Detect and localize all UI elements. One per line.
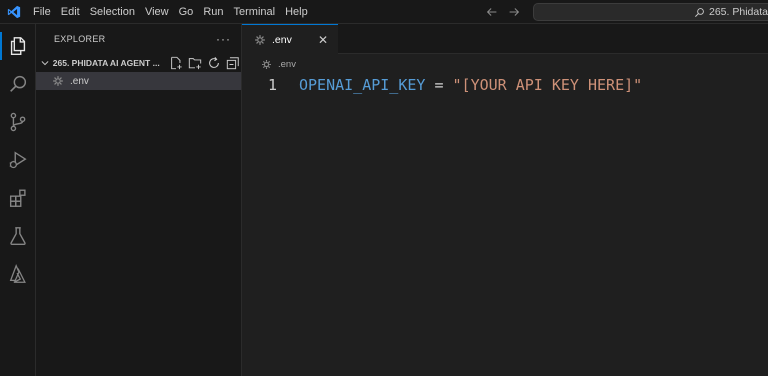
back-arrow-icon[interactable]	[484, 4, 500, 20]
testing-flask-icon[interactable]	[0, 218, 36, 254]
menu-edit[interactable]: Edit	[56, 0, 85, 24]
explorer-icon[interactable]	[0, 28, 36, 64]
extensions-icon[interactable]	[0, 180, 36, 216]
code-line[interactable]: 1 OPENAI_API_KEY = "[YOUR API KEY HERE]"	[242, 74, 642, 96]
menu-file[interactable]: File	[28, 0, 56, 24]
line-number: 1	[267, 76, 277, 94]
menu-selection[interactable]: Selection	[85, 0, 140, 24]
menu-view[interactable]: View	[140, 0, 174, 24]
more-actions-icon[interactable]: ···	[216, 32, 231, 46]
env-key: OPENAI_API_KEY	[299, 76, 426, 94]
gear-icon	[258, 56, 274, 72]
workspace-folder[interactable]: 265. PHIDATA AI AGENT ...	[36, 54, 241, 72]
gear-icon	[252, 32, 268, 48]
menu-terminal[interactable]: Terminal	[229, 0, 281, 24]
explorer-header: EXPLORER ···	[36, 24, 241, 54]
command-center-label: 265. Phidata AI	[709, 6, 768, 18]
assignment-operator: =	[425, 76, 452, 94]
file-name: .env	[70, 75, 89, 87]
menu-bar: File Edit Selection View Go Run Terminal…	[28, 0, 313, 24]
forward-arrow-icon[interactable]	[506, 4, 522, 20]
new-folder-icon[interactable]	[187, 55, 203, 71]
breadcrumb-file[interactable]: .env	[278, 59, 296, 70]
title-bar: File Edit Selection View Go Run Terminal…	[0, 0, 768, 24]
explorer-sidebar: EXPLORER ··· 265. PHIDATA AI AGENT ... .	[36, 24, 242, 376]
folder-actions	[168, 55, 241, 71]
navigation-arrows	[484, 0, 522, 24]
tab-label: .env	[272, 33, 292, 46]
vscode-logo-icon	[0, 0, 28, 24]
menu-go[interactable]: Go	[174, 0, 199, 24]
source-control-icon[interactable]	[0, 104, 36, 140]
refresh-icon[interactable]	[206, 55, 222, 71]
tab-env[interactable]: .env ✕	[242, 24, 338, 54]
explorer-title: EXPLORER	[54, 34, 106, 44]
editor-tabs: .env ✕	[242, 24, 768, 54]
menu-run[interactable]: Run	[198, 0, 228, 24]
run-and-debug-icon[interactable]	[0, 142, 36, 178]
activity-bar	[0, 24, 36, 376]
file-item-env[interactable]: .env	[36, 72, 241, 90]
gear-icon	[50, 73, 66, 89]
env-value: "[YOUR API KEY HERE]"	[452, 76, 643, 94]
search-icon	[694, 7, 705, 18]
operator-text: =	[434, 76, 444, 94]
azure-icon[interactable]	[0, 256, 36, 292]
editor-area: .env ✕ .env 1 OPENAI_API_KEY = "[YOUR AP…	[242, 24, 768, 376]
new-file-icon[interactable]	[168, 55, 184, 71]
command-center-search[interactable]: 265. Phidata AI	[533, 3, 768, 21]
breadcrumb: .env	[242, 56, 768, 72]
close-icon[interactable]: ✕	[316, 33, 330, 47]
collapse-all-icon[interactable]	[225, 55, 241, 71]
chevron-down-icon[interactable]	[40, 57, 51, 69]
menu-help[interactable]: Help	[280, 0, 313, 24]
search-view-icon[interactable]	[0, 66, 36, 102]
workspace-folder-name: 265. PHIDATA AI AGENT ...	[52, 58, 160, 68]
